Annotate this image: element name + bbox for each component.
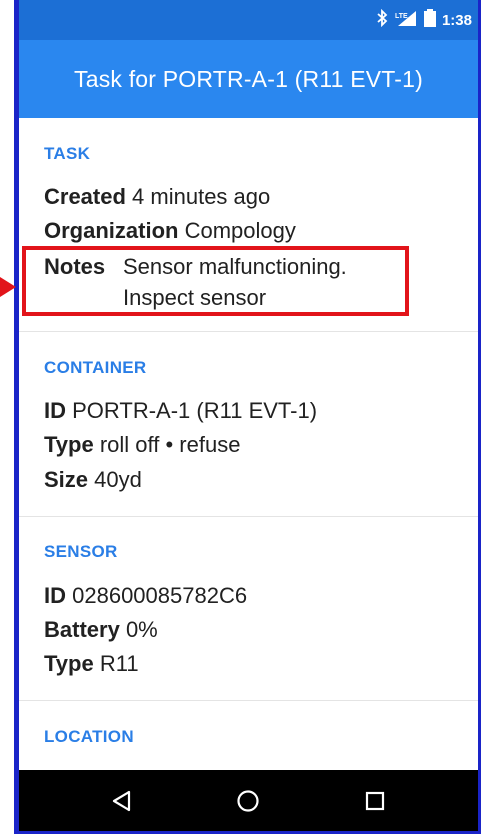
recents-icon <box>365 791 384 810</box>
sensor-battery-value: 0% <box>125 617 158 642</box>
container-id-row: ID PORTR-A-1 (R11 EVT-1) <box>44 398 317 424</box>
task-created-row: Created 4 minutes ago <box>44 184 270 210</box>
section-divider <box>19 516 478 517</box>
sensor-id-row: ID 028600085782C6 <box>44 583 247 609</box>
battery-icon <box>423 9 436 31</box>
container-size-row: Size 40yd <box>44 467 142 493</box>
container-type-value: roll off • refuse <box>99 432 241 457</box>
created-label: Created <box>44 184 126 209</box>
home-button[interactable] <box>218 776 278 826</box>
page-title: Task for PORTR-A-1 (R11 EVT-1) <box>74 65 423 92</box>
task-details: TASK Created 4 minutes ago Organization … <box>19 118 478 770</box>
bluetooth-icon <box>376 8 388 31</box>
sensor-id-label: ID <box>44 583 66 608</box>
container-type-label: Type <box>44 432 94 457</box>
status-time: 1:38 <box>441 11 472 29</box>
organization-value: Compology <box>184 218 296 243</box>
container-id-value: PORTR-A-1 (R11 EVT-1) <box>72 398 318 423</box>
back-icon <box>113 790 131 811</box>
lte-label: LTE <box>395 13 408 20</box>
created-value: 4 minutes ago <box>132 184 271 209</box>
section-title-container: CONTAINER <box>44 358 147 377</box>
section-title-task: TASK <box>44 144 91 163</box>
task-organization-row: Organization Compology <box>44 218 296 244</box>
back-button[interactable] <box>92 776 152 826</box>
notes-highlight-box <box>22 246 409 316</box>
app-bar: Task for PORTR-A-1 (R11 EVT-1) <box>19 40 478 118</box>
section-title-sensor: SENSOR <box>44 542 118 561</box>
section-divider <box>19 700 478 701</box>
container-id-label: ID <box>44 398 66 423</box>
organization-label: Organization <box>44 218 179 243</box>
phone-screen: LTE 1:38 Task for PORTR-A-1 (R11 EVT-1) … <box>19 0 478 831</box>
container-type-row: Type roll off • refuse <box>44 432 240 458</box>
annotation-arrow <box>0 277 16 297</box>
section-divider <box>19 331 478 332</box>
sensor-type-value: R11 <box>99 651 139 676</box>
section-title-location: LOCATION <box>44 727 134 746</box>
sensor-battery-label: Battery <box>44 617 120 642</box>
container-size-value: 40yd <box>94 467 142 492</box>
sensor-type-row: Type R11 <box>44 651 139 677</box>
home-icon <box>237 789 260 812</box>
navigation-bar <box>19 770 478 831</box>
lte-signal-icon: LTE <box>394 9 418 31</box>
sensor-type-label: Type <box>44 651 94 676</box>
sensor-battery-row: Battery 0% <box>44 617 158 643</box>
status-bar: LTE 1:38 <box>19 0 478 40</box>
sensor-id-value: 028600085782C6 <box>72 583 248 608</box>
recents-button[interactable] <box>345 776 405 826</box>
container-size-label: Size <box>44 467 89 492</box>
